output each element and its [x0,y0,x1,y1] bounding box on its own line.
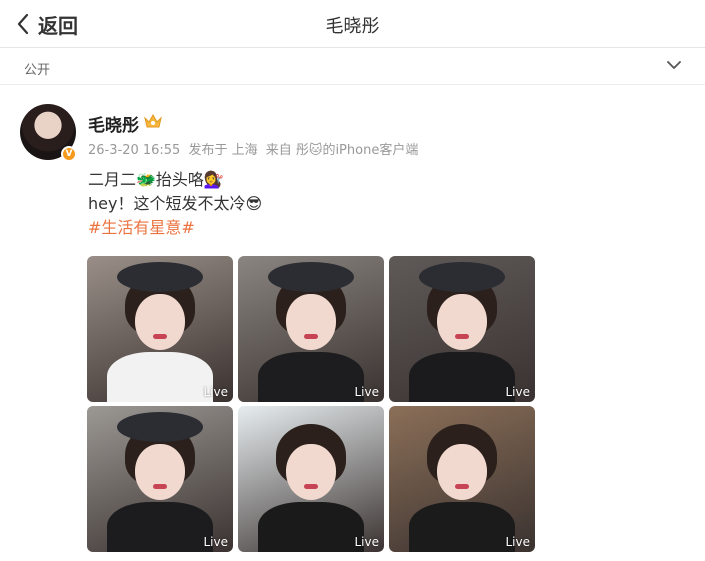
photo-figure [135,444,185,500]
photo-figure [409,352,515,402]
photo-thumbnail[interactable]: Live [87,256,233,402]
post-text-line: hey！这个短发不太冷😎 [88,194,263,213]
photo-thumbnail[interactable]: Live [87,406,233,552]
hashtag-link[interactable]: #生活有星意# [88,216,262,240]
photo-figure [286,444,336,500]
crown-icon [144,113,162,128]
photo-thumbnail[interactable]: Live [389,256,535,402]
photo-figure [455,334,469,339]
photo-thumbnail[interactable]: Live [389,406,535,552]
post-meta: 26-3-20 16:55 发布于 上海 来自 彤🐱的iPhone客户端 [88,139,422,158]
photo-figure [286,294,336,350]
username[interactable]: 毛晓彤 [88,111,139,136]
verified-badge-icon: V [61,146,77,162]
post-location: 发布于 上海 [188,143,258,158]
live-badge: Live [203,385,228,399]
photo-figure [258,502,364,552]
photo-figure [409,502,515,552]
post-text-line: 二月二🐲抬头咯💇‍♀️ [88,170,224,189]
live-badge: Live [505,535,530,549]
visibility-row[interactable]: 公开 [0,49,705,85]
live-badge: Live [354,385,379,399]
page-title: 毛晓彤 [325,16,380,37]
live-badge: Live [354,535,379,549]
photo-figure [268,262,354,292]
photo-figure [304,334,318,339]
post-date: 26-3-20 16:55 [88,143,181,158]
photo-figure [117,412,203,442]
photo-figure [437,294,487,350]
photo-figure [437,444,487,500]
photo-figure [107,352,213,402]
photo-figure [117,262,203,292]
post-source: 来自 彤🐱的iPhone客户端 [265,143,419,158]
visibility-label: 公开 [24,63,51,78]
photo-figure [455,484,469,489]
photo-figure [258,352,364,402]
chevron-down-icon[interactable] [667,60,681,70]
photo-figure [135,294,185,350]
photo-figure [153,484,167,489]
post-body: 二月二🐲抬头咯💇‍♀️ hey！这个短发不太冷😎 #生活有星意# [88,168,262,240]
photo-figure [107,502,213,552]
live-badge: Live [203,535,228,549]
photo-grid: Live Live Live Live Live Live [87,256,535,552]
photo-figure [419,262,505,292]
photo-thumbnail[interactable]: Live [238,406,384,552]
photo-thumbnail[interactable]: Live [238,256,384,402]
photo-figure [304,484,318,489]
live-badge: Live [505,385,530,399]
top-bar: 返回 毛晓彤 [0,0,705,48]
photo-figure [153,334,167,339]
